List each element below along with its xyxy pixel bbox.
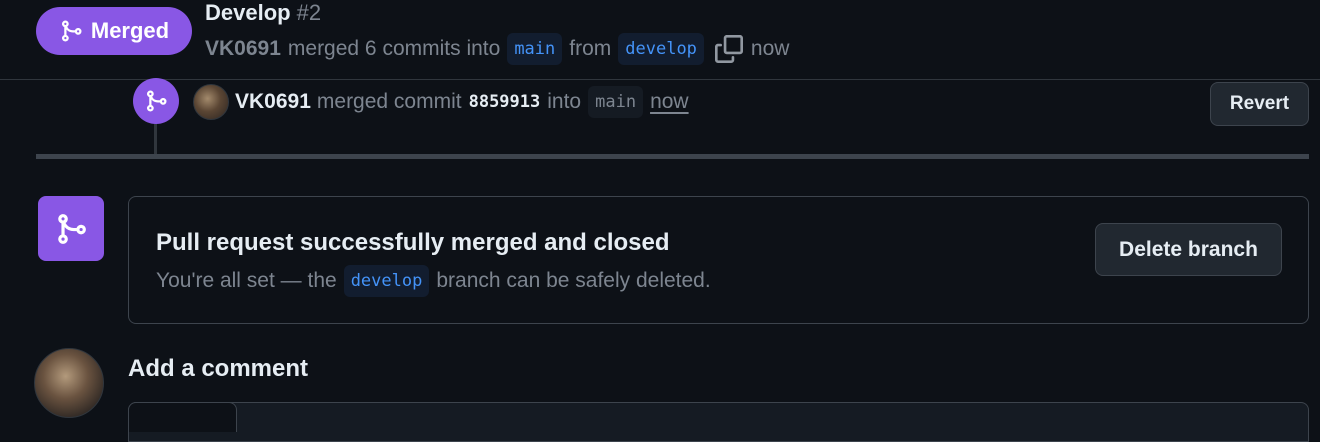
git-merge-icon (61, 20, 82, 42)
event-author-avatar[interactable] (193, 84, 229, 120)
pr-meta: VK0691 merged 6 commits into main from d… (205, 32, 789, 66)
event-action-text: merged commit (316, 90, 462, 113)
add-comment-heading: Add a comment (128, 355, 309, 382)
state-label: Merged (90, 18, 170, 43)
pr-number: #2 (296, 0, 322, 25)
pr-title-text: Develop (205, 0, 291, 25)
merge-status-icon (38, 196, 104, 261)
head-branch[interactable]: develop (618, 33, 704, 65)
merge-status-title: Pull request successfully merged and clo… (156, 229, 670, 256)
copy-icon[interactable] (714, 35, 743, 63)
current-user-avatar[interactable] (34, 348, 104, 418)
pr-header: Merged Develop #2 VK0691 merged 6 commits… (0, 0, 1320, 80)
base-branch[interactable]: main (507, 33, 563, 65)
header-time: now (750, 37, 790, 60)
merge-desc-before: You're all set — the (156, 269, 337, 292)
git-merge-icon (147, 90, 167, 112)
event-into-text: into (547, 90, 582, 113)
from-text: from (569, 37, 612, 60)
tab-write[interactable] (128, 402, 237, 432)
merge-desc-after: branch can be safely deleted. (436, 269, 711, 292)
event-time-link[interactable]: now (650, 90, 689, 114)
merge-status-box: Pull request successfully merged and clo… (128, 196, 1309, 324)
merged-state-badge: Merged (36, 7, 192, 55)
event-branch[interactable]: main (588, 86, 644, 118)
timeline-break (36, 154, 1309, 159)
commit-sha-link[interactable]: 8859913 (469, 92, 541, 112)
event-author-link[interactable]: VK0691 (235, 90, 311, 114)
git-merge-icon (58, 213, 86, 244)
revert-button[interactable]: Revert (1210, 82, 1309, 126)
merged-branch[interactable]: develop (343, 265, 430, 297)
merge-status-description: You're all set — the develop branch can … (156, 265, 711, 297)
comment-editor[interactable] (128, 402, 1309, 442)
merge-action-text: merged 6 commits into (287, 37, 501, 60)
pr-author-link[interactable]: VK0691 (205, 37, 281, 61)
merge-event-badge (133, 78, 179, 124)
pr-title: Develop #2 (205, 0, 321, 26)
merge-event-text: VK0691 merged commit 8859913 into main n… (235, 86, 689, 118)
delete-branch-button[interactable]: Delete branch (1095, 223, 1282, 276)
